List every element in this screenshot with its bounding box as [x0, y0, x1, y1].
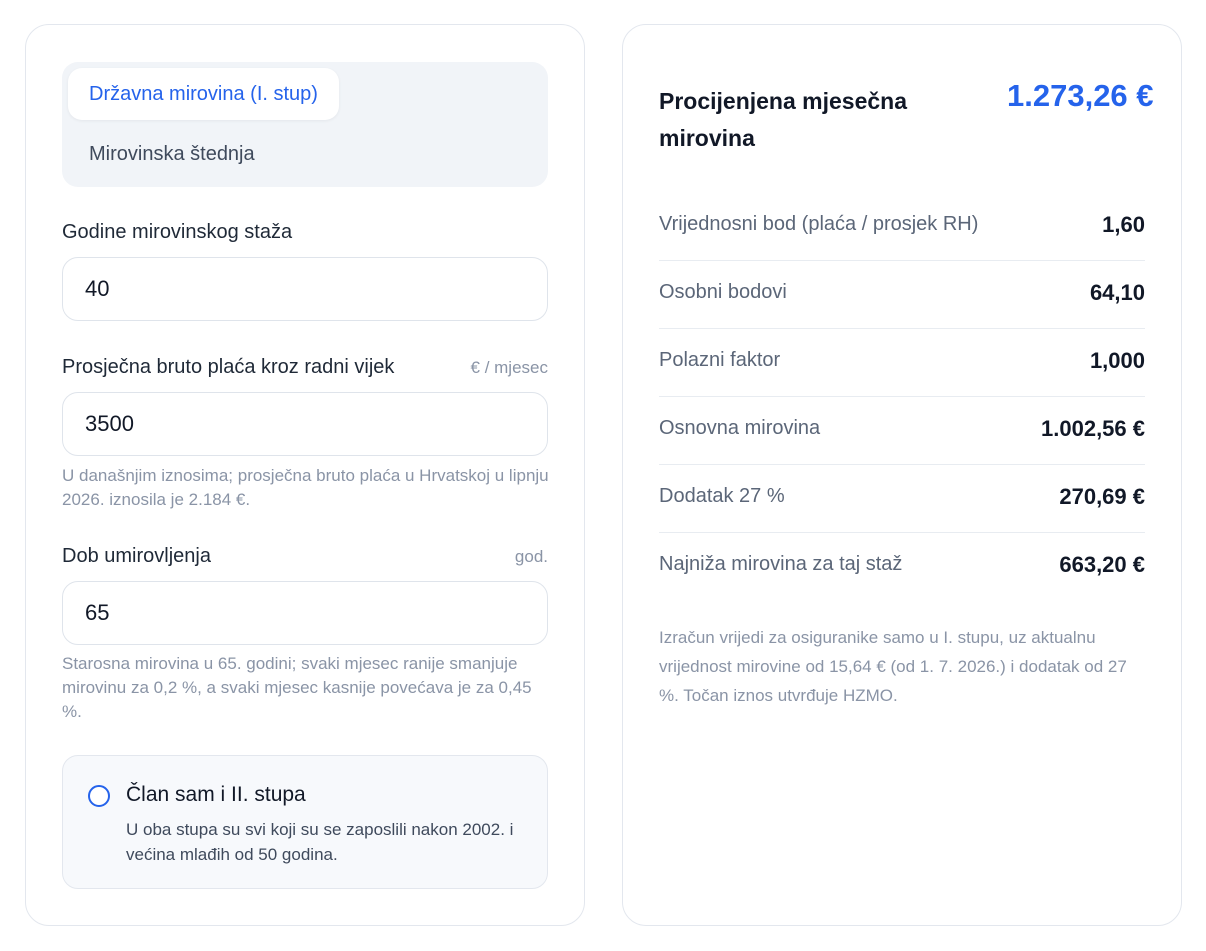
estimated-pension-label: Procijenjena mjesečna mirovina	[659, 88, 908, 151]
result-row-personal-points: Osobni bodovi 64,10	[659, 261, 1145, 329]
result-row-base-pension: Osnovna mirovina 1.002,56 €	[659, 397, 1145, 465]
calculator-panel: Državna mirovina (I. stup) Mirovinska št…	[25, 24, 585, 926]
result-row-initial-factor: Polazni faktor 1,000	[659, 329, 1145, 397]
row-value: 1.002,56 €	[1041, 416, 1145, 441]
row-value: 1,60	[1102, 212, 1145, 237]
result-row-point-value: Vrijednosni bod (plaća / prosjek RH) 1,6…	[659, 193, 1145, 261]
result-breakdown: Vrijednosni bod (plaća / prosjek RH) 1,6…	[659, 193, 1145, 600]
pillar2-radio[interactable]	[88, 785, 110, 807]
row-label: Osobni bodovi	[659, 281, 787, 303]
tab-state-pension[interactable]: Državna mirovina (I. stup)	[68, 68, 339, 120]
pillar2-title: Član sam i II. stupa	[126, 783, 306, 806]
row-label: Polazni faktor	[659, 349, 781, 371]
years-input[interactable]	[62, 257, 548, 321]
pension-type-tabs: Državna mirovina (I. stup) Mirovinska št…	[62, 62, 548, 187]
salary-hint: U današnjim iznosima; prosječna bruto pl…	[62, 466, 549, 509]
age-label: Dob umirovljenja	[62, 545, 211, 567]
row-label: Osnovna mirovina	[659, 417, 821, 439]
tab-pension-savings[interactable]: Mirovinska štednja	[68, 128, 276, 180]
years-label: Godine mirovinskog staža	[62, 221, 293, 243]
row-value: 663,20 €	[1059, 552, 1145, 577]
salary-label: Prosječna bruto plaća kroz radni vijek	[62, 356, 395, 378]
row-value: 270,69 €	[1059, 484, 1145, 509]
pillar2-option[interactable]: Član sam i II. stupa U oba stupa su svi …	[62, 755, 548, 889]
salary-input[interactable]	[62, 392, 548, 456]
age-hint: Starosna mirovina u 65. godini; svaki mj…	[62, 654, 532, 721]
row-value: 64,10	[1089, 280, 1145, 305]
result-row-minimum-pension: Najniža mirovina za taj staž 663,20 €	[659, 533, 1145, 600]
calculation-note: Izračun vrijedi za osiguranike samo u I.…	[659, 628, 1127, 705]
estimated-pension-value: 1.273,26 €	[1007, 78, 1154, 113]
row-label: Dodatak 27 %	[659, 485, 785, 507]
age-input[interactable]	[62, 581, 548, 645]
pillar2-description: U oba stupa su svi koji su se zaposlili …	[126, 820, 514, 864]
row-value: 1,000	[1089, 348, 1145, 373]
result-panel: Procijenjena mjesečna mirovina 1.273,26 …	[622, 24, 1182, 926]
salary-unit: € / mjesec	[470, 358, 548, 377]
age-unit: god.	[514, 547, 548, 566]
row-label: Vrijednosni bod (plaća / prosjek RH)	[659, 213, 979, 235]
result-row-supplement: Dodatak 27 % 270,69 €	[659, 465, 1145, 533]
row-label: Najniža mirovina za taj staž	[659, 553, 903, 575]
